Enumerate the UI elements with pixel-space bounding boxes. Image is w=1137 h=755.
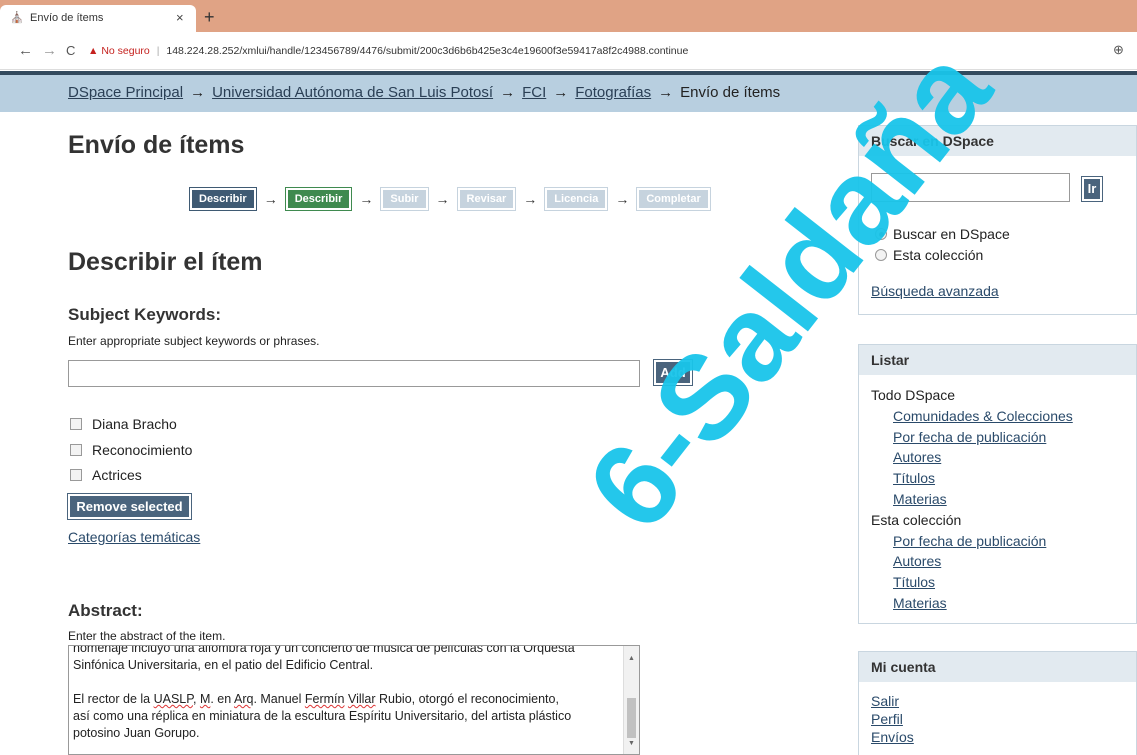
reload-icon[interactable]: C [66,43,75,58]
close-tab-icon[interactable]: × [176,10,184,25]
keyword-item-diana-bracho[interactable]: Diana Bracho [70,416,177,432]
browse-link-titles[interactable]: Títulos [871,468,1073,489]
account-link-logout[interactable]: Salir [871,692,914,710]
breadcrumb-arrow: → [553,84,569,101]
radio-button[interactable] [875,228,887,240]
step-arrow: → [435,191,450,207]
browse-link-communities[interactable]: Comunidades & Colecciones [871,406,1073,427]
abstract-textarea[interactable]: homenaje incluyó una alfombra roja y un … [68,645,640,755]
keyword-label: Diana Bracho [92,416,177,432]
breadcrumb-link-fci[interactable]: FCI [522,84,546,101]
step-revisar: Revisar [456,187,517,211]
keyword-label: Reconocimiento [92,442,193,458]
checkbox[interactable] [70,469,82,481]
breadcrumb-arrow: → [190,84,206,101]
search-panel-title: Buscar en DSpace [859,126,1136,156]
search-input[interactable] [871,173,1070,202]
warning-icon: ▲ [88,45,99,57]
radio-search-collection[interactable]: Esta colección [875,247,983,263]
step-arrow: → [359,191,374,207]
scroll-down-icon[interactable]: ▼ [628,735,635,752]
radio-search-dspace[interactable]: Buscar en DSpace [875,226,1010,242]
radio-label: Buscar en DSpace [893,226,1010,242]
site-favicon-icon: ⛪ [10,12,24,24]
tab-title: Envío de ítems [30,12,104,24]
step-licencia: Licencia [544,187,609,211]
remove-selected-button[interactable]: Remove selected [67,493,192,520]
keyword-item-actrices[interactable]: Actrices [70,467,142,483]
collection-link-by-date[interactable]: Por fecha de publicación [871,531,1073,552]
account-link-profile[interactable]: Perfil [871,710,914,728]
account-panel-title: Mi cuenta [859,652,1136,682]
checkbox[interactable] [70,418,82,430]
back-arrow-icon[interactable]: ← [18,42,33,59]
collection-link-subjects[interactable]: Materias [871,593,1073,614]
collection-link-titles[interactable]: Títulos [871,572,1073,593]
breadcrumb-link-dspace[interactable]: DSpace Principal [68,84,183,101]
browse-link-by-date[interactable]: Por fecha de publicación [871,427,1073,448]
radio-label: Esta colección [893,247,984,263]
abstract-line: así como una réplica en miniatura de la … [73,709,572,723]
breadcrumb-current: Envío de ítems [680,84,781,101]
forward-arrow-icon[interactable]: → [42,42,57,59]
step-describir-1[interactable]: Describir [189,187,257,211]
step-describir-2: Describir [284,187,353,211]
step-subir: Subir [380,187,429,211]
search-panel: Buscar en DSpace Ir Buscar en DSpace Est… [858,125,1137,315]
keywords-input[interactable] [68,360,640,387]
abstract-label: Abstract: [68,601,143,620]
browse-link-authors[interactable]: Autores [871,447,1073,468]
url-text: 148.224.28.252/xmlui/handle/123456789/44… [166,45,689,57]
breadcrumb-arrow: → [658,84,674,101]
collection-link-authors[interactable]: Autores [871,551,1073,572]
keywords-help: Enter appropriate subject keywords or ph… [68,334,320,348]
keyword-item-reconocimiento[interactable]: Reconocimiento [70,442,192,458]
breadcrumb-arrow: → [500,84,516,101]
page-title: Envío de ítems [68,131,245,159]
scroll-thumb[interactable] [627,698,636,738]
abstract-line: Sinfónica Universitaria, en el patio del… [73,658,374,672]
step-completar: Completar [636,187,711,211]
abstract-line: homenaje incluyó una alfombra roja y un … [73,645,575,655]
search-go-button[interactable]: Ir [1081,176,1103,202]
browse-panel: Listar Todo DSpace Comunidades & Colecci… [858,344,1137,624]
address-bar[interactable]: ▲ No seguro | 148.224.28.252/xmlui/handl… [88,38,1137,64]
not-secure-label: No seguro [101,45,150,57]
submission-progress: Describir → Describir → Subir → Revisar → Licenc… [189,187,711,211]
abstract-help: Enter the abstract of the item. [68,629,226,643]
browse-list: Todo DSpace Comunidades & Colecciones Po… [871,385,1073,614]
categories-link[interactable]: Categorías temáticas [68,529,200,545]
advanced-search-link[interactable]: Búsqueda avanzada [871,283,999,299]
abstract-scrollbar[interactable]: ▲ ▼ [623,646,639,754]
step-arrow: → [615,191,630,207]
abstract-line: El rector de la UASLP, M. en Arq. Manuel… [73,692,559,706]
url-separator: | [156,45,160,57]
account-list: Salir Perfil Envíos [871,692,914,746]
keyword-label: Actrices [92,467,142,483]
zoom-icon[interactable]: ⊕ [1113,42,1124,58]
browse-link-subjects[interactable]: Materias [871,489,1073,510]
scroll-up-icon[interactable]: ▲ [628,650,635,667]
step-arrow: → [263,191,278,207]
browse-collection-header: Esta colección [871,511,962,528]
new-tab-icon[interactable]: + [204,7,215,28]
add-keyword-button[interactable]: Add [653,359,693,386]
browse-panel-title: Listar [859,345,1136,375]
breadcrumb-link-university[interactable]: Universidad Autónoma de San Luis Potosí [212,84,493,101]
account-link-submissions[interactable]: Envíos [871,728,914,746]
account-panel: Mi cuenta Salir Perfil Envíos [858,651,1137,755]
browse-all-header: Todo DSpace [871,387,956,403]
browser-toolbar: ← → C ▲ No seguro | 148.224.28.252/xmlui… [0,32,1137,70]
breadcrumb: DSpace Principal → Universidad Autónoma de… [0,71,1137,112]
browser-tab-strip: ⛪ Envío de ítems × + [0,0,1137,32]
radio-button[interactable] [875,249,887,261]
keywords-label: Subject Keywords: [68,305,222,324]
browser-tab[interactable]: ⛪ Envío de ítems × [0,5,196,32]
section-title: Describir el ítem [68,248,263,276]
step-arrow: → [523,191,538,207]
breadcrumb-link-fotografias[interactable]: Fotografías [575,84,651,101]
checkbox[interactable] [70,444,82,456]
abstract-blank-line [73,674,619,691]
abstract-line: potosino Juan Gorupo. [73,726,200,740]
